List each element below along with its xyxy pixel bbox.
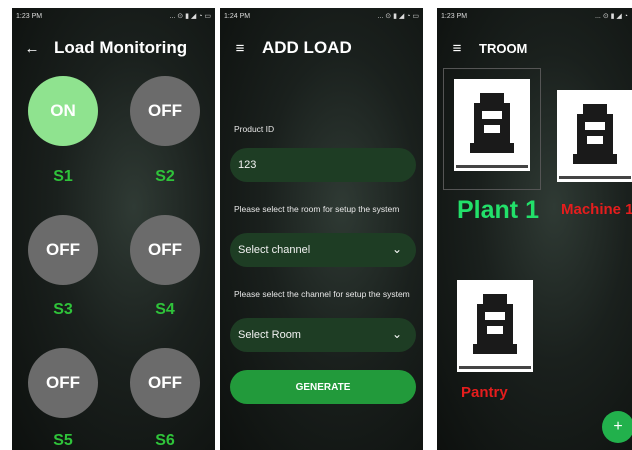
app-bar: ≡ TROOM [437, 26, 632, 70]
product-id-input[interactable]: 123 [230, 148, 416, 182]
switch-s4[interactable]: OFF [130, 215, 200, 285]
status-time: 1:23 PM [16, 12, 43, 20]
status-bar: 1:24 PM ... ⊙ ▮ ◢ ◔ ▭ [220, 8, 423, 24]
page-title: TROOM [479, 40, 528, 56]
app-bar: ← Load Monitoring [12, 26, 215, 70]
chevron-down-icon: ⌄ [391, 327, 402, 341]
machine-icon [457, 280, 533, 372]
switch-label-s2: S2 [155, 168, 175, 185]
switch-label-s1: S1 [53, 168, 73, 185]
switch-label-s3: S3 [53, 301, 73, 318]
switch-s3[interactable]: OFF [28, 215, 98, 285]
switch-s6[interactable]: OFF [130, 348, 200, 418]
load-monitoring-screen: 1:23 PM ... ⊙ ▮ ◢ ◔ ▭ ← Load Monitoring … [12, 8, 215, 450]
menu-icon[interactable]: ≡ [230, 40, 250, 57]
product-id-label: Product ID [234, 124, 275, 134]
product-id-value: 123 [238, 159, 257, 171]
page-title: ADD LOAD [262, 38, 352, 57]
status-time: 1:24 PM [224, 12, 251, 20]
room-card-plant-1[interactable] [443, 68, 541, 190]
room-label-machine-1: Machine 1 [561, 201, 632, 218]
status-icons: ... ⊙ ▮ ◢ ◔ ▭ [377, 13, 419, 20]
channel-select[interactable]: Select channel ⌄ [230, 233, 416, 267]
status-icons: ... ⊙ ▮ ◢ ◔ [595, 13, 628, 20]
room-label-pantry: Pantry [461, 384, 508, 401]
app-bar: ≡ ADD LOAD [220, 26, 423, 70]
switch-label-s5: S5 [53, 432, 73, 449]
switch-s5[interactable]: OFF [28, 348, 98, 418]
machine-icon [557, 90, 632, 182]
back-arrow-icon[interactable]: ← [22, 40, 42, 57]
generate-button[interactable]: GENERATE [230, 370, 416, 404]
switch-s1[interactable]: ON [28, 76, 98, 146]
room-prompt: Please select the room for setup the sys… [234, 204, 400, 214]
menu-icon[interactable]: ≡ [447, 40, 467, 57]
machine-icon [454, 79, 530, 171]
status-bar: 1:23 PM ... ⊙ ▮ ◢ ◔ [437, 8, 632, 24]
status-time: 1:23 PM [441, 12, 468, 20]
room-label-plant-1: Plant 1 [457, 196, 539, 224]
status-bar: 1:23 PM ... ⊙ ▮ ◢ ◔ ▭ [12, 8, 215, 24]
add-load-screen: 1:24 PM ... ⊙ ▮ ◢ ◔ ▭ ≡ ADD LOAD Product… [220, 8, 423, 450]
room-list-screen: 1:23 PM ... ⊙ ▮ ◢ ◔ ≡ TROOM Plant 1 Mach… [437, 8, 632, 450]
add-room-button[interactable]: + [602, 411, 632, 443]
chevron-down-icon: ⌄ [391, 242, 402, 256]
room-card-pantry[interactable] [447, 270, 543, 390]
switch-label-s6: S6 [155, 432, 175, 449]
room-card-machine-1[interactable] [549, 78, 632, 198]
room-select[interactable]: Select Room ⌄ [230, 318, 416, 352]
status-icons: ... ⊙ ▮ ◢ ◔ ▭ [169, 13, 211, 20]
room-select-value: Select Room [238, 329, 301, 341]
channel-prompt: Please select the channel for setup the … [234, 289, 410, 299]
switch-label-s4: S4 [155, 301, 175, 318]
channel-select-value: Select channel [238, 244, 311, 256]
switch-s2[interactable]: OFF [130, 76, 200, 146]
page-title: Load Monitoring [54, 38, 188, 57]
